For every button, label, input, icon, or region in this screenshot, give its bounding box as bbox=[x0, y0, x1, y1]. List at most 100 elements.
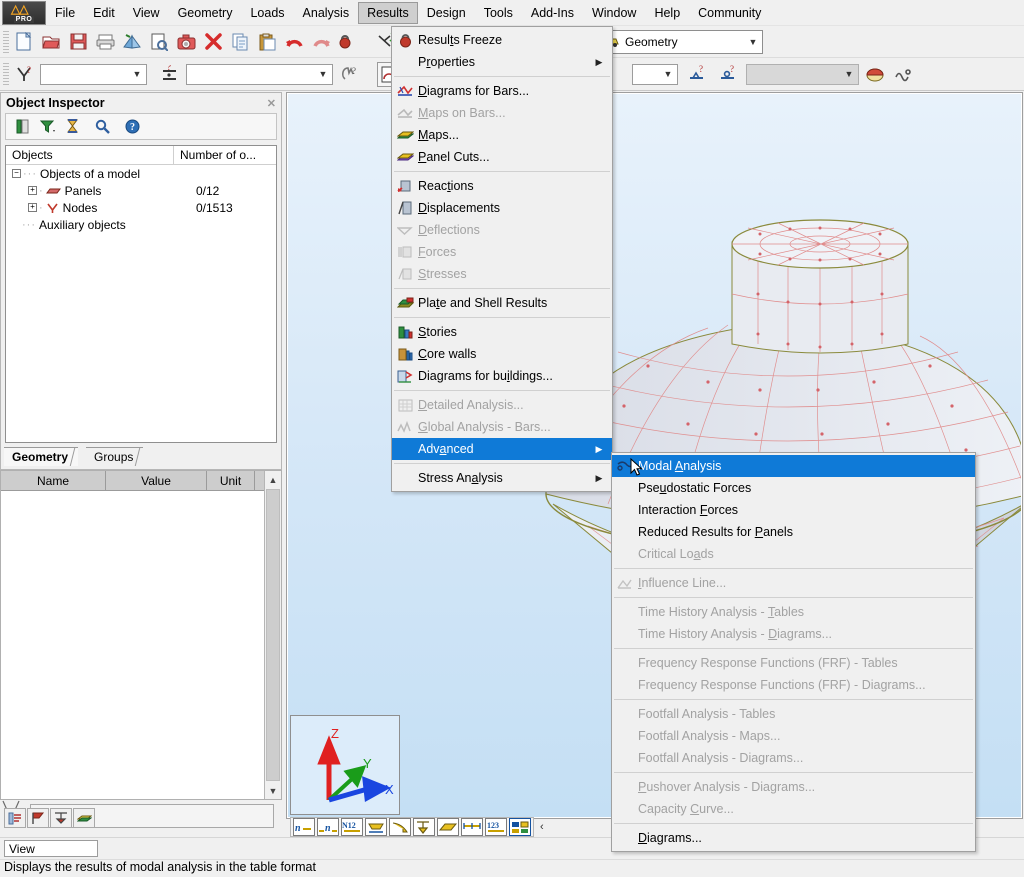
undo-icon[interactable] bbox=[282, 29, 307, 54]
advanced-submenu[interactable]: Modal Analysis Pseudostatic Forces Inter… bbox=[611, 452, 976, 852]
numeric-values-icon[interactable]: 123 bbox=[485, 818, 507, 836]
menu-interaction-forces[interactable]: Interaction Forces bbox=[612, 499, 975, 521]
save-icon[interactable] bbox=[66, 29, 91, 54]
tree-row-panels[interactable]: + · Panels 0/12 bbox=[6, 182, 276, 199]
menu-window[interactable]: Window bbox=[583, 2, 645, 24]
unknown-combo-left[interactable]: ▼ bbox=[632, 63, 678, 85]
chevron-down-icon[interactable]: ▼ bbox=[316, 69, 330, 79]
menu-diagrams[interactable]: Diagrams... bbox=[612, 827, 975, 849]
inspector-tree[interactable]: Objects Number of o... − ··· Objects of … bbox=[5, 145, 277, 443]
paste-icon[interactable] bbox=[255, 29, 280, 54]
menu-analysis[interactable]: Analysis bbox=[294, 2, 359, 24]
tree-row-objects-of-a-model[interactable]: − ··· Objects of a model bbox=[6, 165, 276, 182]
results-dropdown-menu[interactable]: Results Freeze Properties ▶ Diagrams for… bbox=[391, 26, 613, 492]
menu-results[interactable]: Results bbox=[358, 1, 418, 24]
menu-reduced-results-for-panels[interactable]: Reduced Results for Panels bbox=[612, 521, 975, 543]
help-icon[interactable]: ? bbox=[121, 115, 144, 138]
menu-plate-and-shell-results[interactable]: Plate and Shell Results bbox=[392, 292, 612, 314]
menu-community[interactable]: Community bbox=[689, 2, 770, 24]
color-map-icon[interactable] bbox=[863, 62, 888, 87]
menu-loads[interactable]: Loads bbox=[241, 2, 293, 24]
menu-diagrams-for-bars[interactable]: Diagrams for Bars... bbox=[392, 80, 612, 102]
node-selection-input[interactable]: ▼ bbox=[40, 63, 147, 85]
chevron-down-icon[interactable]: ▼ bbox=[661, 69, 675, 79]
menu-panel-cuts[interactable]: Panel Cuts... bbox=[392, 146, 612, 168]
expander-icon[interactable]: − bbox=[12, 169, 21, 178]
loads-display-icon[interactable] bbox=[389, 818, 411, 836]
display-settings-icon[interactable] bbox=[509, 818, 531, 836]
menu-geometry[interactable]: Geometry bbox=[169, 2, 242, 24]
print-preview-icon[interactable] bbox=[147, 29, 172, 54]
open-file-icon[interactable] bbox=[39, 29, 64, 54]
section-icon[interactable] bbox=[50, 808, 72, 828]
copy-icon[interactable] bbox=[228, 29, 253, 54]
menu-tools[interactable]: Tools bbox=[475, 2, 522, 24]
chevron-down-icon[interactable]: ▼ bbox=[842, 69, 856, 79]
section-shapes-icon[interactable] bbox=[413, 818, 435, 836]
menu-stress-analysis[interactable]: Stress Analysis ▶ bbox=[392, 467, 612, 489]
scroll-down-icon[interactable]: ▼ bbox=[265, 782, 281, 799]
chevron-down-icon[interactable]: ▼ bbox=[746, 37, 760, 47]
properties-grid[interactable]: Name Value Unit ▲ ▼ bbox=[0, 470, 282, 800]
toolbar-grip[interactable] bbox=[3, 30, 9, 53]
toolbar2-grip[interactable] bbox=[3, 63, 9, 85]
more-buttons-chevron-icon[interactable]: ‹ bbox=[540, 821, 544, 833]
view-selector-combo[interactable]: Geometry ▼ bbox=[597, 29, 763, 54]
menu-reactions[interactable]: Reactions bbox=[392, 175, 612, 197]
filter-icon[interactable] bbox=[36, 115, 59, 138]
menu-pseudostatic-forces[interactable]: Pseudostatic Forces bbox=[612, 477, 975, 499]
menu-advanced[interactable]: Advanced ▶ bbox=[392, 438, 612, 460]
menu-add-ins[interactable]: Add-Ins bbox=[522, 2, 583, 24]
bar-query-icon[interactable]: ? bbox=[157, 62, 182, 87]
wave-icon[interactable] bbox=[891, 62, 916, 87]
menu-diagrams-for-buildings[interactable]: Diagrams for buildings... bbox=[392, 365, 612, 387]
delete-icon[interactable] bbox=[201, 29, 226, 54]
menu-core-walls[interactable]: Core walls bbox=[392, 343, 612, 365]
tree-row-auxiliary-objects[interactable]: ··· Auxiliary objects bbox=[6, 216, 276, 233]
printout-composition-icon[interactable] bbox=[120, 29, 145, 54]
properties-scrollbar[interactable]: ▲ ▼ bbox=[264, 471, 281, 799]
new-file-icon[interactable] bbox=[12, 29, 37, 54]
bar-numbers-icon[interactable]: n bbox=[317, 818, 339, 836]
expander-icon[interactable]: + bbox=[28, 203, 37, 212]
menu-edit[interactable]: Edit bbox=[84, 2, 124, 24]
tree-row-nodes[interactable]: + · Nodes 0/1513 bbox=[6, 199, 276, 216]
bar-selection-input[interactable]: ▼ bbox=[186, 63, 333, 85]
scroll-up-icon[interactable]: ▲ bbox=[265, 471, 281, 488]
support-query-icon[interactable]: ? bbox=[685, 62, 710, 87]
dimension-lines-icon[interactable] bbox=[461, 818, 483, 836]
hourglass-icon[interactable] bbox=[61, 115, 84, 138]
redo-icon[interactable] bbox=[309, 29, 334, 54]
tab-groups[interactable]: Groups bbox=[86, 447, 144, 466]
menu-modal-analysis[interactable]: Modal Analysis bbox=[612, 455, 975, 477]
menu-properties[interactable]: Properties ▶ bbox=[392, 51, 612, 73]
node-numbers-icon[interactable]: n bbox=[293, 818, 315, 836]
properties-list-icon[interactable] bbox=[4, 808, 26, 828]
supports-display-icon[interactable] bbox=[365, 818, 387, 836]
save-layout-icon[interactable] bbox=[11, 115, 34, 138]
menu-help[interactable]: Help bbox=[645, 2, 689, 24]
print-icon[interactable] bbox=[93, 29, 118, 54]
layers-icon[interactable] bbox=[73, 808, 95, 828]
release-query-icon[interactable]: ? bbox=[716, 62, 741, 87]
panel-flag-icon[interactable] bbox=[27, 808, 49, 828]
menu-design[interactable]: Design bbox=[418, 2, 475, 24]
panel-display-icon[interactable] bbox=[437, 818, 459, 836]
menu-displacements[interactable]: Displacements bbox=[392, 197, 612, 219]
scroll-thumb[interactable] bbox=[266, 489, 280, 781]
status-view-field[interactable]: View bbox=[4, 840, 98, 857]
menu-maps[interactable]: Maps... bbox=[392, 124, 612, 146]
menu-results-freeze[interactable]: Results Freeze bbox=[392, 29, 612, 51]
expander-icon[interactable]: + bbox=[28, 186, 37, 195]
chevron-down-icon[interactable]: ▼ bbox=[130, 69, 144, 79]
menu-stories[interactable]: Stories bbox=[392, 321, 612, 343]
node-query-icon[interactable]: ? bbox=[12, 62, 37, 87]
panel-numbers-icon[interactable]: N12 bbox=[341, 818, 363, 836]
menu-view[interactable]: View bbox=[124, 2, 169, 24]
menu-file[interactable]: File bbox=[46, 2, 84, 24]
case-combo[interactable]: ▼ bbox=[746, 63, 859, 85]
tab-geometry[interactable]: Geometry bbox=[4, 447, 79, 466]
search-icon[interactable] bbox=[91, 115, 114, 138]
close-icon[interactable]: ✕ bbox=[267, 97, 276, 110]
screen-capture-icon[interactable] bbox=[174, 29, 199, 54]
